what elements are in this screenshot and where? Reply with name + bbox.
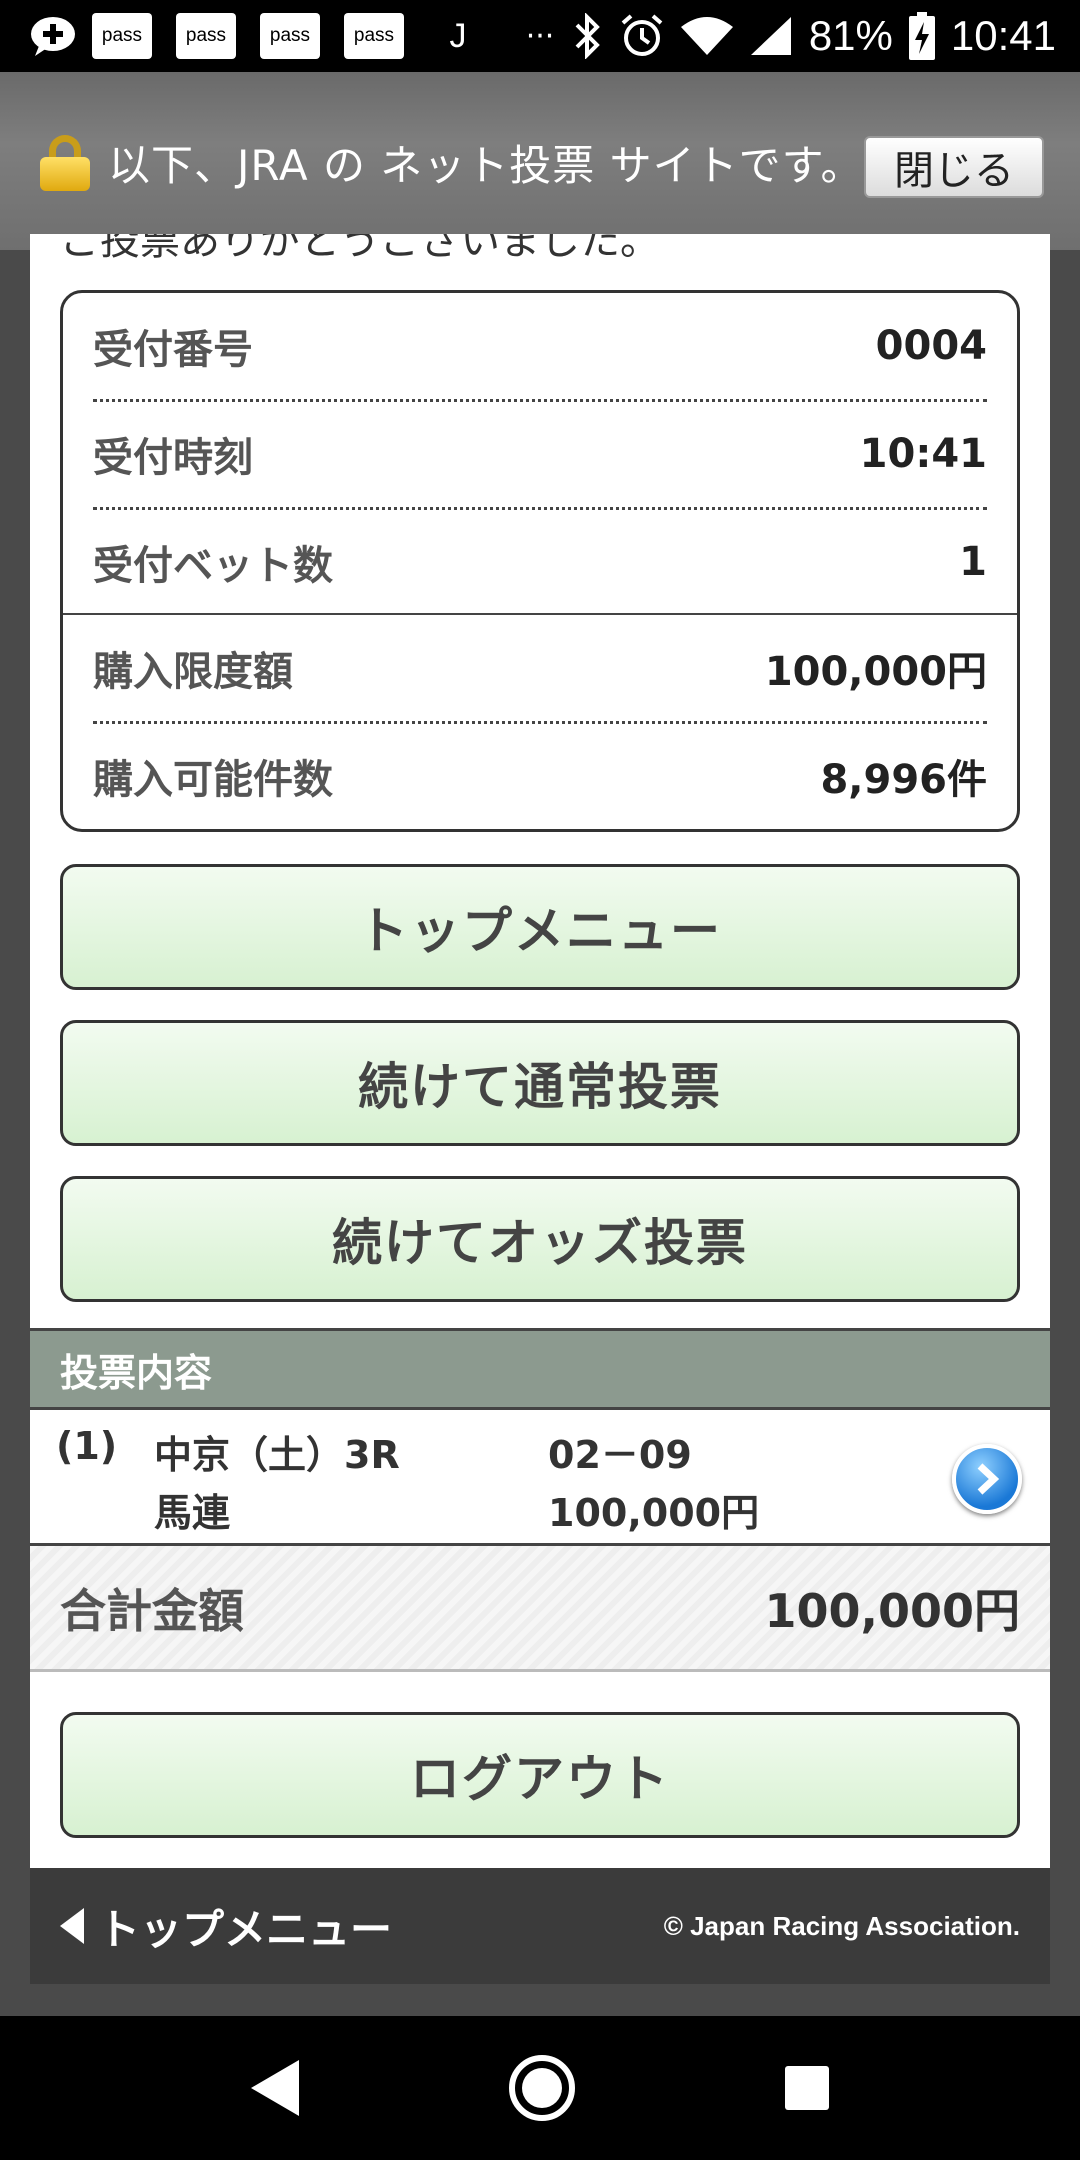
alarm-icon (621, 14, 663, 56)
bet-count-value: 1 (959, 539, 987, 585)
total-amount-label: 合計金額 (60, 1583, 244, 1638)
purchase-limit-value: 100,000円 (764, 649, 987, 695)
chevron-right-icon[interactable] (952, 1444, 1022, 1514)
back-icon[interactable] (251, 2060, 299, 2116)
bet-count-row: 受付ベット数 1 (93, 509, 987, 615)
home-icon[interactable] (509, 2055, 575, 2121)
navigation-bar (0, 2016, 1080, 2160)
battery-charging-icon (908, 12, 935, 60)
footer: トップメニュー © Japan Racing Association. (30, 1864, 1050, 1984)
status-bar: pass pass pass pass J ··· 81% 10:41 (0, 0, 1080, 72)
receipt-time-label: 受付時刻 (93, 435, 253, 481)
footer-top-menu-label: トップメニュー (98, 1904, 393, 1954)
site-notice-text: 以下、JRA の ネット投票 サイトです。 (108, 141, 864, 190)
bet-count-label: 受付ベット数 (93, 543, 333, 589)
top-menu-button[interactable]: トップメニュー (60, 864, 1020, 990)
thanks-message: ご投票ありがとうございました。 (60, 234, 660, 264)
total-amount-value: 100,000円 (764, 1583, 1020, 1638)
continue-normal-vote-button[interactable]: 続けて通常投票 (60, 1020, 1020, 1146)
clock: 10:41 (950, 12, 1056, 59)
footer-top-menu-link[interactable]: トップメニュー (60, 1896, 392, 1957)
more-notifications-icon: ··· (525, 18, 555, 54)
receipt-time-value: 10:41 (859, 431, 987, 477)
signal-icon (750, 17, 791, 55)
j-app-icon: J (449, 16, 467, 55)
bet-race: 中京（土）3R (154, 1433, 400, 1477)
battery-percent: 81% (808, 12, 893, 59)
bet-amount: 100,000円 (548, 1491, 760, 1535)
continue-odds-vote-button[interactable]: 続けてオッズ投票 (60, 1176, 1020, 1302)
pass-app-icon: pass (176, 13, 236, 59)
copyright-text: © Japan Racing Association. (663, 1910, 1020, 1941)
logout-button[interactable]: ログアウト (60, 1712, 1020, 1838)
receipt-number-label: 受付番号 (93, 327, 253, 373)
bet-type: 馬連 (154, 1491, 231, 1535)
receipt-time-row: 受付時刻 10:41 (93, 401, 987, 507)
close-button[interactable]: 閉じる (864, 136, 1044, 198)
vote-complete-page: ご投票ありがとうございました。 受付番号 0004 受付時刻 10:41 受付ベ… (30, 234, 1050, 1984)
receipt-info-box: 受付番号 0004 受付時刻 10:41 受付ベット数 1 購入限度額 100,… (60, 290, 1020, 832)
bluetooth-icon (575, 13, 600, 59)
pass-app-icon: pass (92, 13, 152, 59)
total-amount-row: 合計金額 100,000円 (30, 1546, 1050, 1672)
bet-combination: 02－09 (548, 1433, 692, 1477)
bet-details-header: 投票内容 (30, 1328, 1050, 1410)
wifi-icon (680, 17, 733, 55)
pass-app-icon: pass (260, 13, 320, 59)
recent-apps-icon[interactable] (785, 2066, 829, 2110)
bet-index: (1) (56, 1424, 118, 1468)
bet-list-item[interactable]: (1) 中京（土）3R 馬連 02－09 100,000円 (30, 1410, 1050, 1546)
receipt-number-value: 0004 (875, 323, 987, 369)
remaining-count-row: 購入可能件数 8,996件 (93, 723, 987, 829)
purchase-limit-row: 購入限度額 100,000円 (93, 615, 987, 721)
remaining-count-label: 購入可能件数 (93, 757, 333, 803)
back-triangle-icon (60, 1908, 84, 1944)
pass-app-icon: pass (344, 13, 404, 59)
lock-icon (40, 134, 90, 191)
site-notice-banner: 以下、JRA の ネット投票 サイトです。 閉じる (0, 72, 1080, 250)
receipt-number-row: 受付番号 0004 (93, 293, 987, 399)
purchase-limit-label: 購入限度額 (93, 649, 293, 695)
remaining-count-value: 8,996件 (820, 757, 987, 803)
chat-plus-icon (26, 12, 80, 60)
